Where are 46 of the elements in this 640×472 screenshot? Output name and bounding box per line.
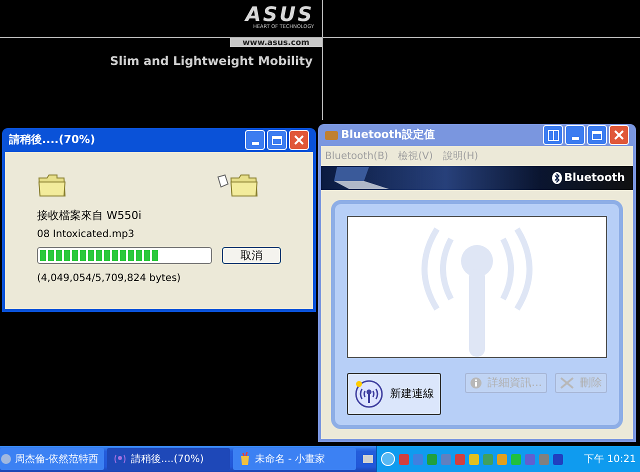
logo: ASUS <box>245 4 314 24</box>
taskbar-button[interactable]: 周杰倫-依然范特西 <box>0 448 104 470</box>
tray-icon[interactable] <box>469 454 479 464</box>
tray-icon[interactable] <box>413 454 423 464</box>
x-icon <box>560 377 574 389</box>
close-button[interactable] <box>289 130 309 150</box>
folder-icon <box>37 172 67 198</box>
tray-icon[interactable] <box>553 454 563 464</box>
grid-icon[interactable] <box>543 125 563 145</box>
info-icon <box>470 377 482 389</box>
tray-icon[interactable] <box>399 454 409 464</box>
tray-icon[interactable] <box>525 454 535 464</box>
bluetooth-logo: Bluetooth <box>564 170 625 186</box>
close-icon <box>614 130 624 140</box>
maximize-button[interactable] <box>267 130 287 150</box>
antenna-icon <box>113 453 127 465</box>
menu-item[interactable]: 檢視(V) <box>398 148 433 164</box>
window-title: Bluetooth設定值 <box>341 126 435 143</box>
antenna-icon <box>354 379 384 409</box>
menu-item[interactable]: Bluetooth(B) <box>325 148 388 164</box>
website-url: www.asus.com <box>230 38 322 47</box>
bytes-count: (4,049,054/5,709,824 bytes) <box>37 272 182 286</box>
tray-icon[interactable] <box>427 454 437 464</box>
tray-icon[interactable] <box>539 454 549 464</box>
tray-icon[interactable] <box>455 454 465 464</box>
taskbar-button[interactable]: 請稍後....(70%) <box>107 448 230 470</box>
tray-icon[interactable] <box>511 454 521 464</box>
minimize-button[interactable] <box>565 125 585 145</box>
close-icon <box>294 135 304 145</box>
new-connection-button[interactable]: 新建連線 <box>347 373 441 415</box>
clock: 下午 10:21 <box>584 452 636 466</box>
tray-icon[interactable] <box>497 454 507 464</box>
bluetooth-icon <box>552 172 562 184</box>
close-button[interactable] <box>609 125 629 145</box>
file-name: 08 Intoxicated.mp3 <box>37 228 136 242</box>
tray-icon[interactable] <box>441 454 451 464</box>
paint-cup-icon <box>239 452 251 466</box>
maximize-button[interactable] <box>587 125 607 145</box>
menu-item[interactable]: 說明(H) <box>442 148 478 164</box>
slogan: Slim and Lightweight Mobility <box>110 53 313 70</box>
window-title: 請稍後....(70%) <box>9 132 96 148</box>
minimize-button[interactable] <box>245 130 265 150</box>
taskbar-button[interactable]: 未命名 - 小畫家 <box>233 448 356 470</box>
cancel-button[interactable]: 取消 <box>222 246 281 264</box>
folder-icon <box>229 172 259 198</box>
transfer-message: 接收檔案來自 W550i <box>37 208 142 224</box>
